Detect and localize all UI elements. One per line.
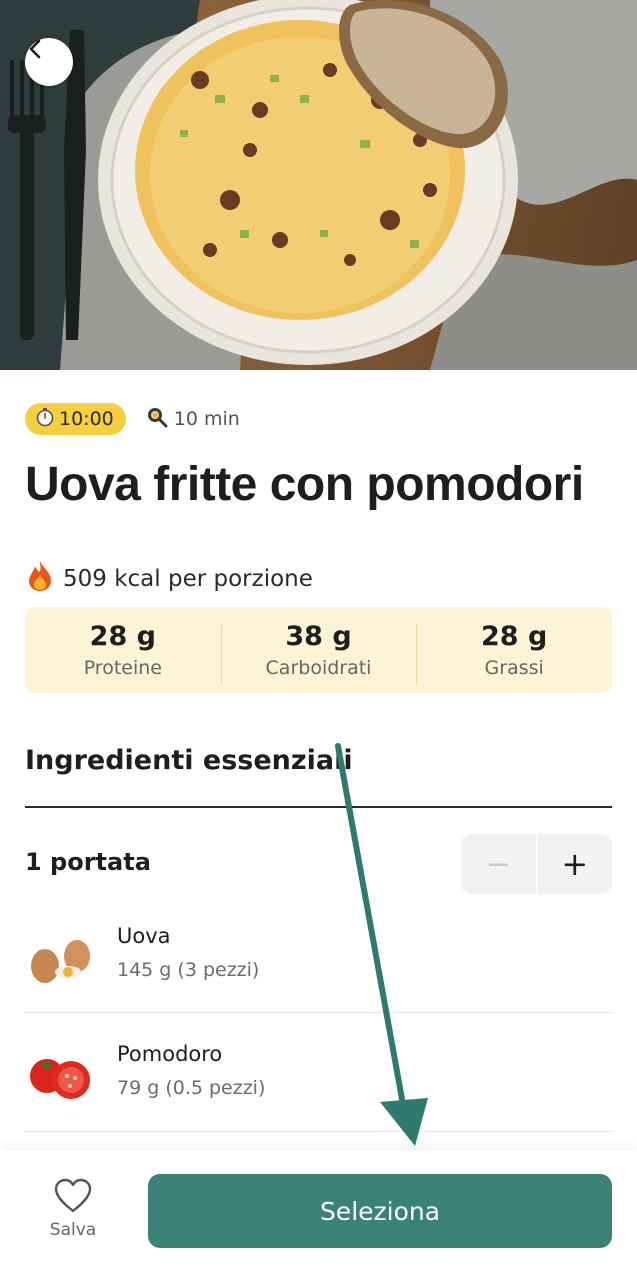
eggs-icon bbox=[25, 924, 97, 996]
fire-icon bbox=[25, 560, 55, 598]
recipe-title: Uova fritte con pomodori bbox=[25, 458, 584, 511]
time-badge-label: 10:00 bbox=[59, 408, 114, 430]
ingredient-divider bbox=[25, 1131, 612, 1132]
stopwatch-icon bbox=[35, 407, 55, 432]
increase-servings-button[interactable]: + bbox=[538, 834, 613, 894]
frying-pan-icon bbox=[146, 406, 168, 433]
ingredient-quantity: 145 g (3 pezzi) bbox=[117, 959, 260, 981]
prep-time-label: 10 min bbox=[173, 408, 240, 430]
servings-label: 1 portata bbox=[25, 848, 151, 876]
time-badge: 10:00 bbox=[25, 403, 126, 435]
macro-carboidrati: 38 g Carboidrati bbox=[220, 619, 417, 685]
recipe-meta-row: 10:00 10 min bbox=[25, 403, 240, 435]
ingredient-item[interactable]: Pomodoro 79 g (0.5 pezzi) bbox=[25, 1042, 612, 1160]
back-button[interactable] bbox=[25, 38, 73, 86]
servings-stepper[interactable]: − + bbox=[461, 834, 612, 894]
ingredient-divider bbox=[25, 1012, 612, 1013]
macro-grassi: 28 g Grassi bbox=[416, 619, 612, 685]
ingredients-title: Ingredienti essenziali bbox=[25, 745, 353, 776]
ingredient-name: Uova bbox=[117, 924, 171, 948]
macro-value: 28 g bbox=[89, 621, 156, 652]
section-divider bbox=[25, 806, 612, 808]
calories-label: 509 kcal per porzione bbox=[63, 566, 313, 592]
bottom-action-bar: Salva Seleziona bbox=[0, 1150, 637, 1280]
tomato-icon bbox=[25, 1042, 97, 1114]
recipe-photo bbox=[0, 0, 637, 370]
save-label: Salva bbox=[49, 1220, 97, 1240]
macro-label: Proteine bbox=[83, 657, 162, 679]
ingredient-name: Pomodoro bbox=[117, 1042, 223, 1066]
calories-row: 509 kcal per porzione bbox=[25, 560, 313, 598]
prep-time: 10 min bbox=[146, 406, 240, 433]
macros-panel: 28 g Proteine 38 g Carboidrati 28 g Gras… bbox=[25, 607, 612, 693]
heart-icon bbox=[53, 1178, 93, 1218]
ingredient-quantity: 79 g (0.5 pezzi) bbox=[117, 1077, 266, 1099]
select-button[interactable]: Seleziona bbox=[148, 1174, 612, 1248]
macro-value: 28 g bbox=[481, 621, 548, 652]
macro-label: Grassi bbox=[484, 657, 544, 679]
macro-proteine: 28 g Proteine bbox=[25, 619, 221, 681]
macro-value: 38 g bbox=[285, 621, 352, 652]
ingredient-item[interactable]: Uova 145 g (3 pezzi) bbox=[25, 924, 612, 1042]
macro-label: Carboidrati bbox=[265, 657, 372, 679]
decrease-servings-button[interactable]: − bbox=[461, 834, 538, 894]
save-button[interactable]: Salva bbox=[38, 1178, 108, 1240]
